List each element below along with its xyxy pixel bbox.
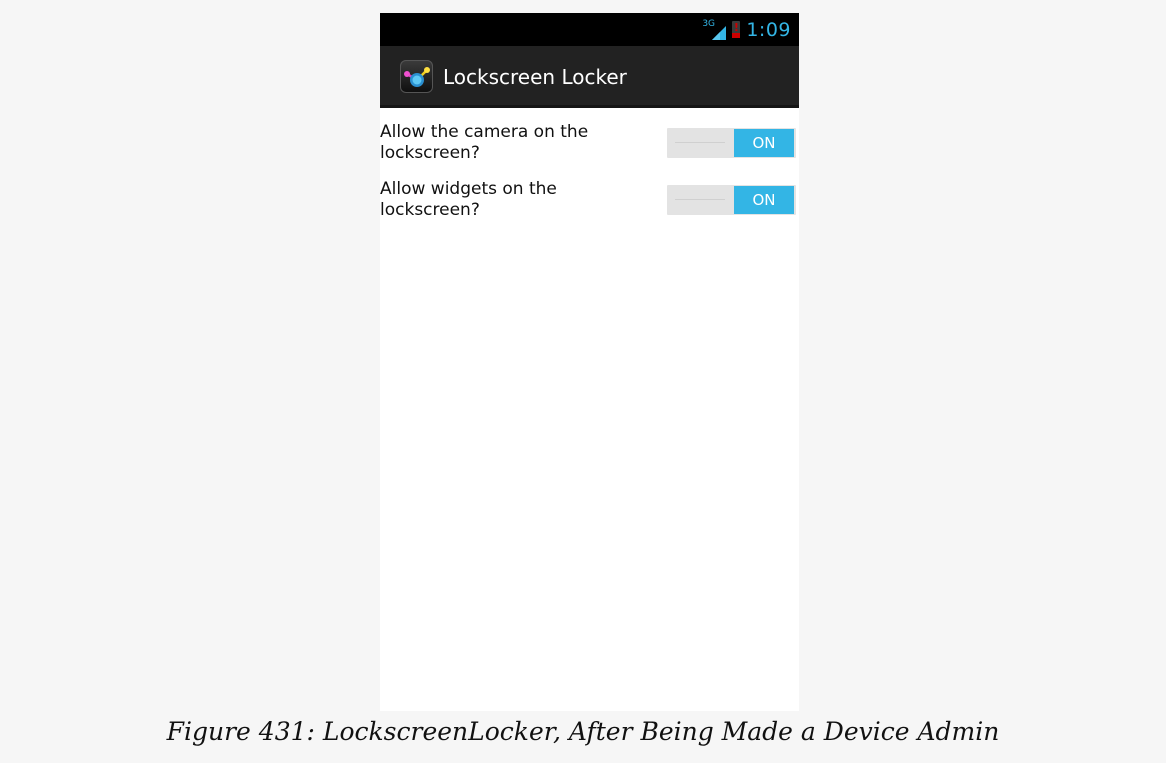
battery-alert-label: ! xyxy=(733,21,739,34)
app-title: Lockscreen Locker xyxy=(443,65,627,89)
battery-icon: ! xyxy=(732,21,741,38)
status-icons: 3G ! 1:09 xyxy=(702,13,791,46)
app-icon[interactable] xyxy=(400,60,433,93)
camera-setting-row: Allow the camera on the lockscreen? ON xyxy=(380,115,799,171)
widgets-setting-label: Allow widgets on the lockscreen? xyxy=(380,179,557,220)
action-bar: Lockscreen Locker xyxy=(380,46,799,108)
camera-toggle-switch[interactable]: ON xyxy=(667,128,796,158)
switch-thumb-on: ON xyxy=(734,129,794,157)
signal-icon: 3G xyxy=(702,19,727,40)
switch-thumb-on: ON xyxy=(734,186,794,214)
clock: 1:09 xyxy=(746,18,791,41)
signal-bars-icon xyxy=(712,25,727,40)
widgets-toggle-switch[interactable]: ON xyxy=(667,185,796,215)
camera-setting-label: Allow the camera on the lockscreen? xyxy=(380,122,589,163)
phone-screen: 3G ! 1:09 Lockscreen Locker Allow the ca… xyxy=(380,13,799,711)
figure-caption: Figure 431: LockscreenLocker, After Bein… xyxy=(166,717,1000,746)
switch-track xyxy=(675,199,725,200)
lockscreen-locker-app-icon xyxy=(404,67,430,87)
page: 3G ! 1:09 Lockscreen Locker Allow the ca… xyxy=(0,0,1166,763)
widgets-setting-row: Allow widgets on the lockscreen? ON xyxy=(380,172,799,228)
status-bar: 3G ! 1:09 xyxy=(380,13,799,46)
switch-track xyxy=(675,142,725,143)
